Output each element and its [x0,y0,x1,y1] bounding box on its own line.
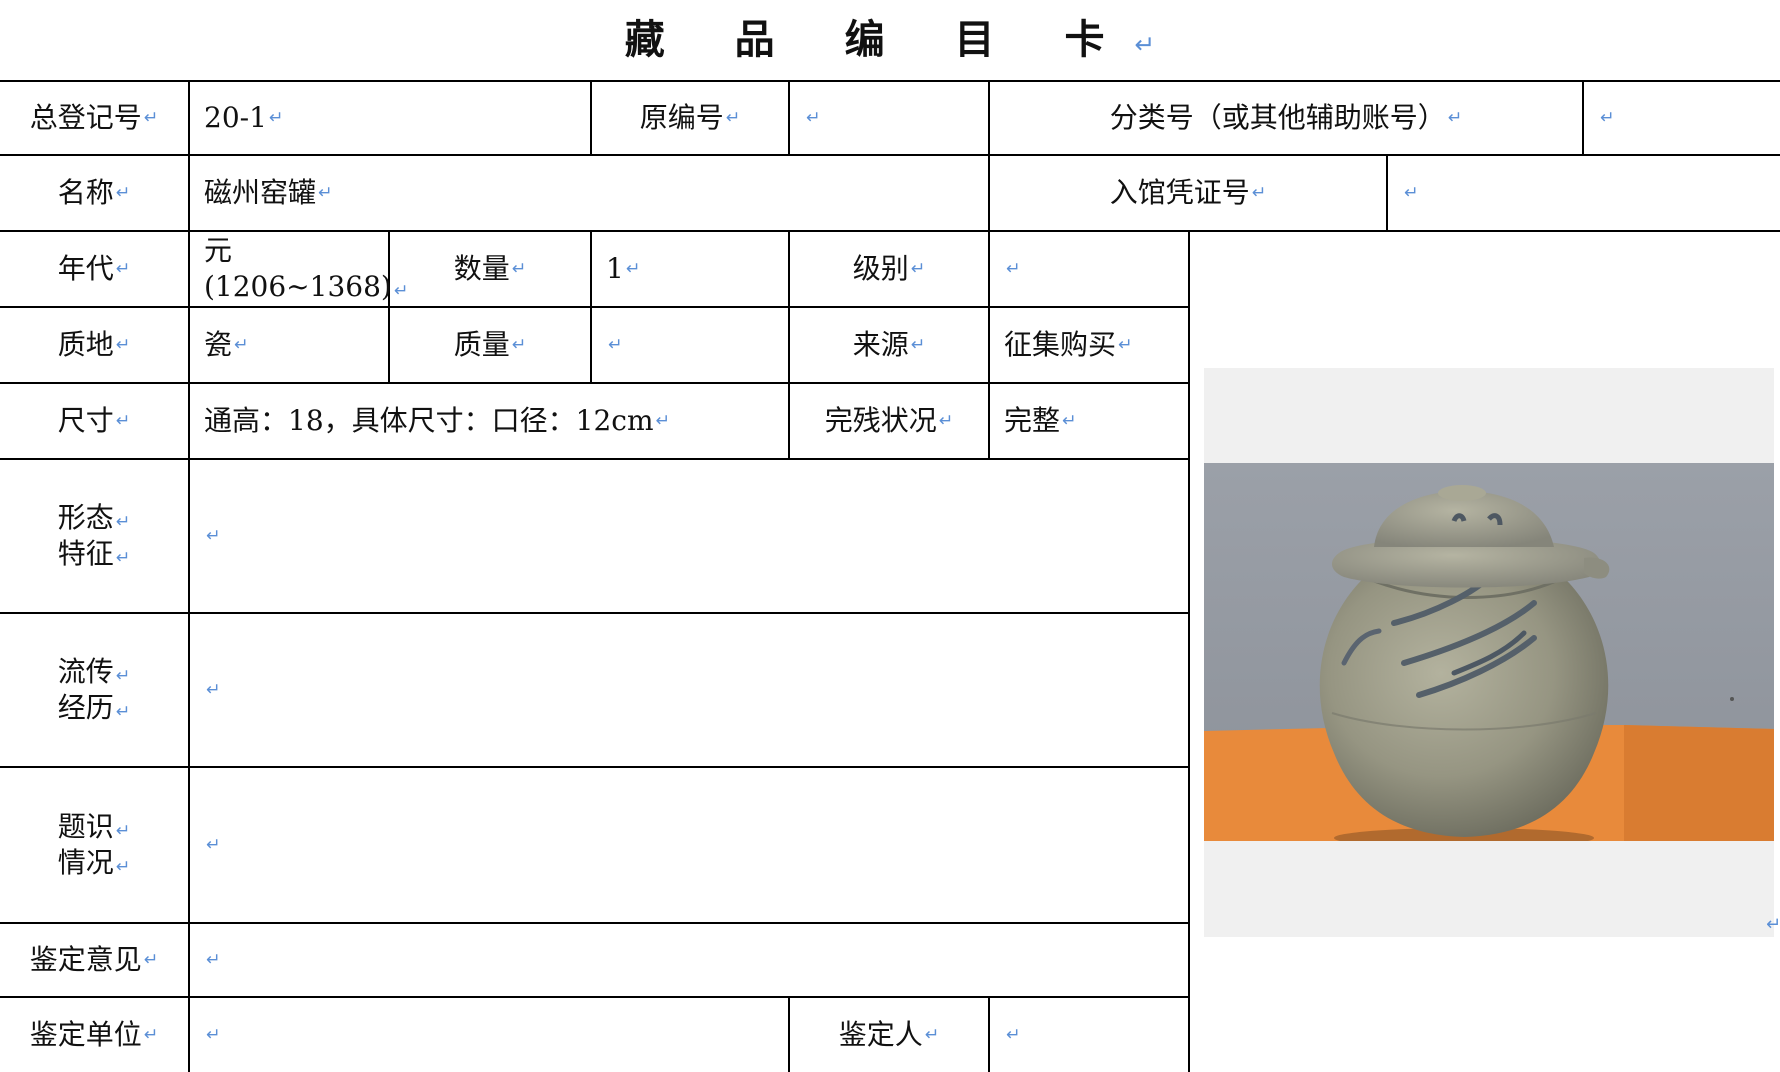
era-value-line2: (1206~1368) ↵ [204,270,409,303]
provenance-label-line1: 流传 ↵ [57,654,131,688]
card-title: 藏 品 编 目 卡↵ [624,16,1156,63]
name-label: 名称 ↵ [57,175,131,209]
entry-voucher-value[interactable]: ↵ [1388,156,1780,230]
registration-number-label: 总登记号 ↵ [29,100,159,134]
weight-label: 质量 ↵ [453,327,527,361]
material-label: 质地 ↵ [57,327,131,361]
paragraph-mark: ↵ [1766,914,1780,935]
original-number-label: 原编号 ↵ [639,100,741,134]
quantity-value[interactable]: 1 ↵ [592,232,788,306]
dimensions-label: 尺寸 ↵ [57,403,131,437]
appraiser-label: 鉴定人 ↵ [838,1017,940,1051]
grade-label: 级别 ↵ [852,251,926,285]
era-label: 年代 ↵ [57,251,131,285]
material-value[interactable]: 瓷 ↵ [190,308,388,382]
entry-voucher-label: 入馆凭证号 ↵ [1109,175,1267,209]
features-label-line1: 形态 ↵ [57,500,131,534]
source-label: 来源 ↵ [852,327,926,361]
dimensions-value[interactable]: 通高：18，具体尺寸：口径：12cm ↵ [190,384,788,458]
features-label: 形态 ↵ 特征 ↵ [0,460,188,612]
provenance-value[interactable]: ↵ [190,614,1188,766]
inscription-label-line1: 题识 ↵ [57,809,131,843]
inscription-value[interactable]: ↵ [190,768,1188,922]
name-value[interactable]: 磁州窑罐 ↵ [190,156,988,230]
appraisal-opinion-value[interactable]: ↵ [190,924,1188,996]
appraiser-value[interactable]: ↵ [990,998,1188,1072]
features-label-line2: 特征 ↵ [57,537,131,570]
inscription-label-line2: 情况 ↵ [57,846,131,879]
provenance-label-line2: 经历 ↵ [57,691,131,724]
features-value[interactable]: ↵ [190,460,1188,612]
source-value[interactable]: 征集购买 ↵ [990,308,1188,382]
original-number-value[interactable]: ↵ [790,82,988,154]
provenance-label: 流传 ↵ 经历 ↵ [0,614,188,766]
condition-value[interactable]: 完整 ↵ [990,384,1188,458]
appraisal-opinion-label: 鉴定意见 ↵ [29,942,159,976]
era-value[interactable]: 元 (1206~1368) ↵ [190,232,408,306]
inscription-label: 题识 ↵ 情况 ↵ [0,768,188,922]
grid-line [1188,230,1190,1072]
condition-label: 完残状况 ↵ [824,403,954,437]
classification-number-value[interactable]: ↵ [1584,82,1780,154]
classification-number-label: 分类号（或其他辅助账号） ↵ [1109,100,1463,134]
grade-value[interactable]: ↵ [990,232,1188,306]
appraisal-unit-value[interactable]: ↵ [190,998,788,1072]
appraisal-unit-label: 鉴定单位 ↵ [29,1017,159,1051]
weight-value[interactable]: ↵ [592,308,788,382]
registration-number-value[interactable]: 20-1 ↵ [190,82,590,154]
era-value-line1: 元 [204,233,233,267]
quantity-label: 数量 ↵ [453,251,527,285]
ceramic-jar-photo[interactable] [1204,463,1774,841]
